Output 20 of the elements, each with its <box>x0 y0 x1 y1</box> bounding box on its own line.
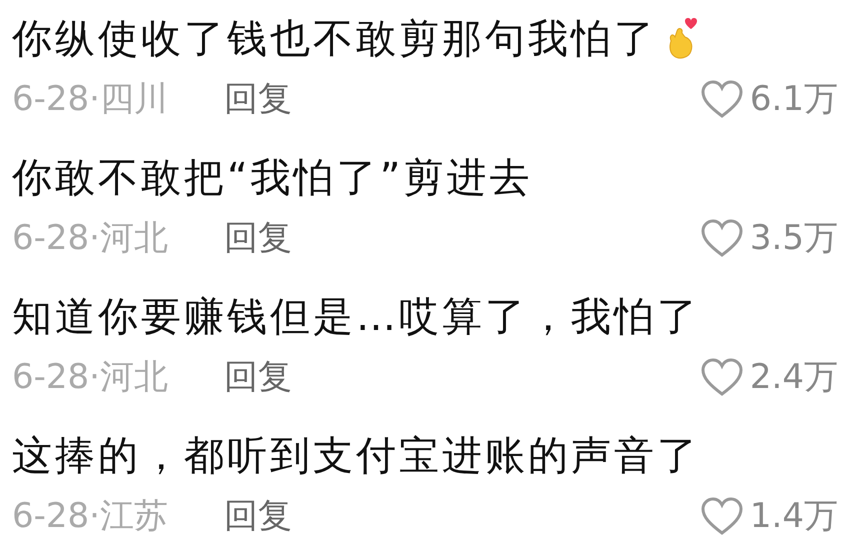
heart-icon[interactable] <box>700 218 744 258</box>
comment-text: 这捧的，都听到支付宝进账的声音了 <box>12 433 700 479</box>
reply-link[interactable]: 回复 <box>224 354 292 400</box>
comment-text: 你纵使收了钱也不敢剪那句我怕了 <box>12 16 657 62</box>
heart-icon[interactable] <box>700 357 744 397</box>
reply-link[interactable]: 回复 <box>224 76 292 122</box>
comment-date-location: 6-28·河北 <box>12 217 168 260</box>
like-count: 6.1万 <box>750 78 838 121</box>
reply-link[interactable]: 回复 <box>224 215 292 261</box>
comment-date-location: 6-28·江苏 <box>12 495 168 538</box>
like-count: 1.4万 <box>750 495 838 538</box>
comment-date-location: 6-28·河北 <box>12 356 168 399</box>
comment-date-location: 6-28·四川 <box>12 78 168 121</box>
heart-icon[interactable] <box>700 79 744 119</box>
comment-text: 知道你要赚钱但是…哎算了，我怕了 <box>12 294 700 340</box>
comment-text: 你敢不敢把“我怕了”剪进去 <box>12 155 532 201</box>
like-count: 2.4万 <box>750 356 838 399</box>
reply-link[interactable]: 回复 <box>224 493 292 539</box>
like-count: 3.5万 <box>750 217 838 260</box>
heart-icon[interactable] <box>700 496 744 536</box>
